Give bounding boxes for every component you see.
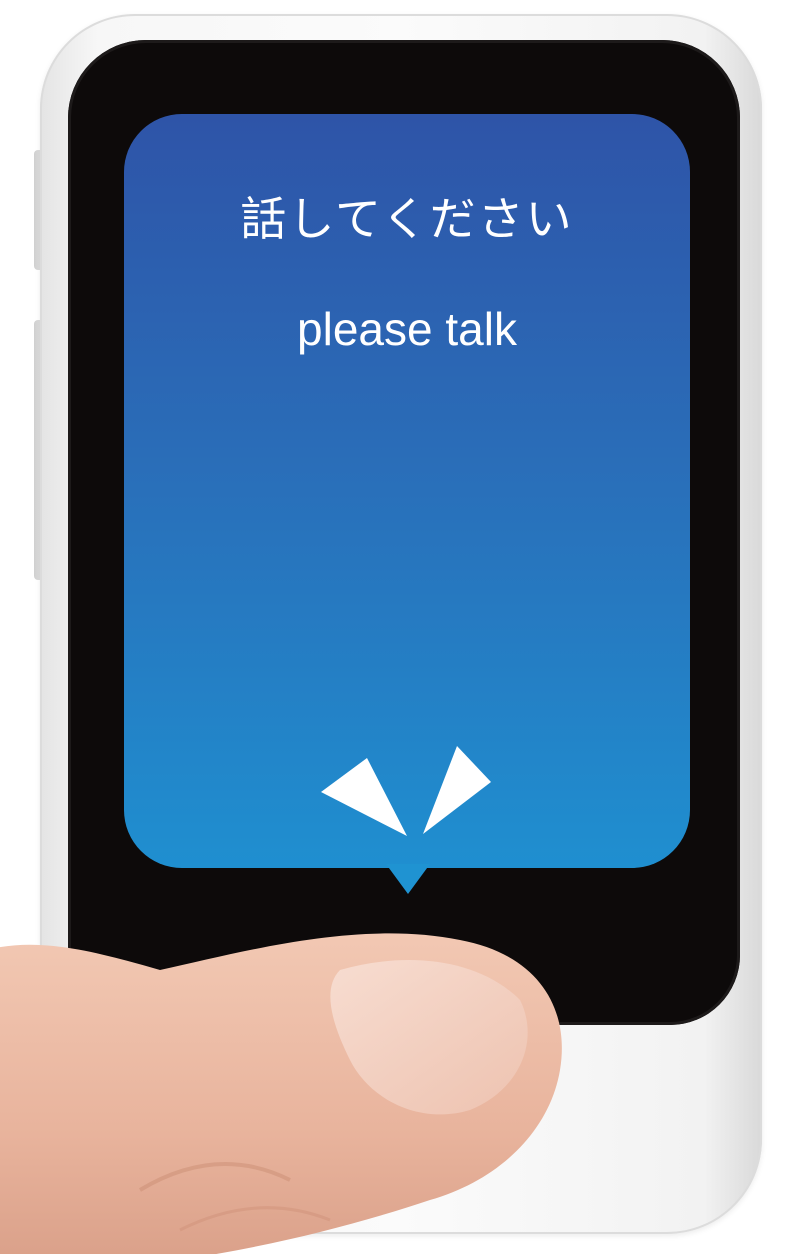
device-photo: 話してください please talk (0, 0, 791, 1254)
speech-bubble-pointer (386, 864, 430, 894)
prompt-english: please talk (297, 303, 517, 355)
sound-wave-indicator-icon (321, 746, 491, 836)
prompt-japanese: 話してください (240, 192, 574, 246)
finger-photo (0, 933, 562, 1254)
